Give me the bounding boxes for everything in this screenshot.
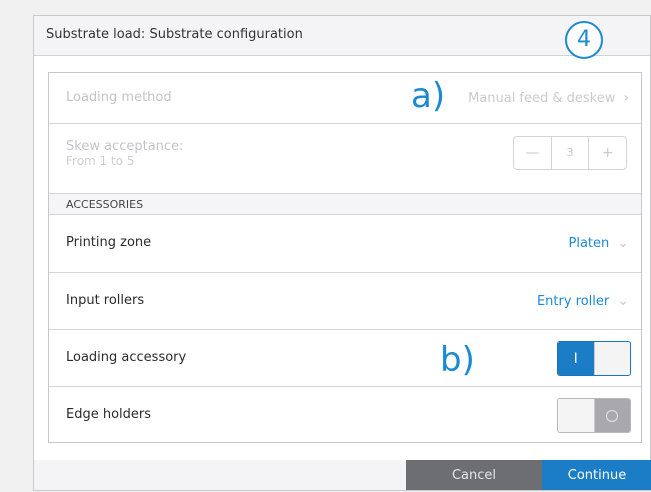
printing-zone-label: Printing zone (66, 235, 152, 250)
skew-acceptance-row: Skew acceptance: From 1 to 5 — 3 + (49, 124, 641, 194)
toggle-knob (593, 342, 630, 375)
toggle-off-indicator (594, 399, 630, 432)
chevron-down-icon: ⌄ (617, 235, 629, 251)
chevron-down-icon: ⌄ (617, 293, 629, 309)
loading-method-label: Loading method (66, 90, 172, 105)
loading-method-value: Manual feed & deskew › (468, 90, 629, 106)
cancel-button[interactable]: Cancel (406, 460, 542, 490)
settings-panel: Loading method Manual feed & deskew › Sk… (48, 72, 642, 443)
edge-holders-row: Edge holders (49, 387, 641, 443)
increment-button[interactable]: + (589, 137, 626, 169)
toggle-on-indicator: I (558, 342, 594, 375)
accessories-section-header: ACCESSORIES (49, 194, 641, 215)
substrate-config-dialog: Substrate load: Substrate configuration … (33, 15, 651, 491)
annotation-a: a) (411, 76, 446, 116)
loading-method-row: Loading method Manual feed & deskew › (49, 73, 641, 124)
loading-accessory-toggle[interactable]: I (557, 341, 631, 376)
skew-acceptance-label: Skew acceptance: From 1 to 5 (66, 139, 183, 169)
printing-zone-dropdown[interactable]: Platen ⌄ (569, 235, 630, 251)
skew-acceptance-range: From 1 to 5 (66, 154, 135, 168)
chevron-right-icon: › (623, 90, 629, 106)
printing-zone-value: Platen (568, 235, 610, 251)
input-rollers-dropdown[interactable]: Entry roller ⌄ (537, 293, 629, 309)
dialog-footer: Cancel Continue (34, 460, 651, 490)
loading-accessory-label: Loading accessory (66, 350, 187, 365)
edge-holders-toggle[interactable] (557, 398, 631, 433)
input-rollers-label: Input rollers (66, 293, 145, 308)
decrement-button[interactable]: — (514, 137, 551, 169)
loading-method-value-text: Manual feed & deskew (468, 90, 616, 106)
continue-button[interactable]: Continue (542, 460, 651, 490)
dialog-header: Substrate load: Substrate configuration (34, 16, 650, 56)
toggle-knob (558, 399, 595, 432)
input-rollers-row[interactable]: Input rollers Entry roller ⌄ (49, 273, 641, 330)
skew-stepper[interactable]: — 3 + (513, 136, 627, 170)
skew-value: 3 (550, 137, 590, 169)
printing-zone-row[interactable]: Printing zone Platen ⌄ (49, 215, 641, 273)
input-rollers-value: Entry roller (536, 293, 610, 309)
loading-accessory-row: Loading accessory I (49, 330, 641, 387)
annotation-b: b) (440, 340, 475, 380)
dialog-title: Substrate load: Substrate configuration (46, 27, 303, 42)
skew-acceptance-title: Skew acceptance: (66, 139, 184, 154)
circle-off-icon (606, 409, 619, 422)
step-number-badge: 4 (565, 21, 603, 59)
edge-holders-label: Edge holders (66, 407, 152, 422)
accessories-header-label: ACCESSORIES (66, 198, 144, 211)
